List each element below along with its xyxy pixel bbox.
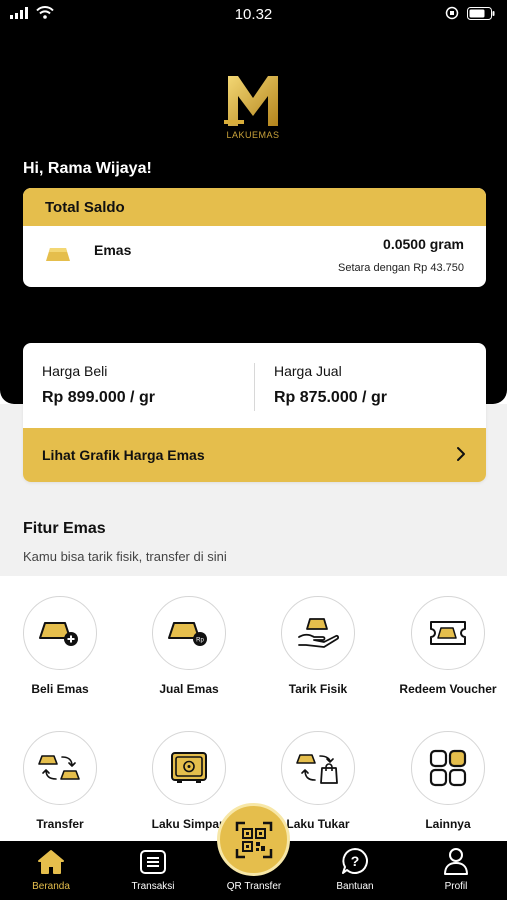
feature-beli-emas[interactable]: Beli Emas xyxy=(5,596,115,696)
grid-icon xyxy=(429,749,467,787)
chevron-right-icon xyxy=(457,447,465,461)
feature-transfer[interactable]: Transfer xyxy=(5,731,115,831)
feature-lainnya[interactable]: Lainnya xyxy=(393,731,503,831)
feature-circle xyxy=(281,731,355,805)
price-divider xyxy=(254,363,255,411)
receipt-icon xyxy=(140,850,166,874)
qr-icon xyxy=(235,821,272,858)
orientation-lock-icon xyxy=(445,6,459,20)
tab-label: Beranda xyxy=(32,881,70,892)
feature-circle xyxy=(23,731,97,805)
tab-icon-wrap: ? xyxy=(310,841,400,875)
tab-icon-wrap xyxy=(6,841,96,875)
app-logo: LAKUEMAS xyxy=(218,72,288,144)
svg-text:?: ? xyxy=(351,853,360,869)
greeting-text: Hi, Rama Wijaya! xyxy=(23,160,152,177)
safe-icon xyxy=(171,752,207,783)
feature-label: Lainnya xyxy=(425,817,471,831)
gold-bar-rp-icon: Rp xyxy=(168,622,207,646)
fitur-title: Fitur Emas xyxy=(23,520,106,537)
tab-icon-wrap xyxy=(108,841,198,875)
saldo-equivalent: Setara dengan Rp 43.750 xyxy=(338,262,464,274)
gold-bar-icon xyxy=(46,248,70,261)
tab-icon-wrap xyxy=(411,841,501,875)
price-card: Harga Beli Rp 899.000 / gr Harga Jual Rp… xyxy=(23,343,486,482)
saldo-asset-label: Emas xyxy=(94,242,132,258)
transfer-gold-icon xyxy=(38,755,80,780)
feature-label: Redeem Voucher xyxy=(399,682,497,696)
feature-circle: Rp xyxy=(152,596,226,670)
tab-label: Profil xyxy=(444,881,468,892)
feature-circle xyxy=(152,731,226,805)
tab-transaksi[interactable]: Transaksi xyxy=(108,841,198,900)
battery-icon xyxy=(467,6,495,20)
sell-price: Harga Jual Rp 875.000 / gr xyxy=(274,363,387,407)
svg-text:Rp: Rp xyxy=(196,638,204,644)
lakuemas-logo-icon xyxy=(224,76,278,126)
status-time: 10.32 xyxy=(234,6,273,23)
feature-label: Transfer xyxy=(36,817,84,831)
saldo-body: Emas 0.0500 gram Setara dengan Rp 43.750 xyxy=(23,226,486,287)
feature-circle xyxy=(281,596,355,670)
tab-label: QR Transfer xyxy=(226,881,282,892)
feature-circle xyxy=(411,596,485,670)
saldo-amount: 0.0500 gram xyxy=(383,236,464,252)
logo-wordmark: LAKUEMAS xyxy=(226,130,280,140)
help-icon: ? xyxy=(342,848,368,874)
feature-label: Tarik Fisik xyxy=(288,682,348,696)
tab-label: Transaksi xyxy=(131,881,175,892)
qr-transfer-button[interactable] xyxy=(217,803,290,876)
feature-redeem-voucher[interactable]: Redeem Voucher xyxy=(393,596,503,696)
saldo-title: Total Saldo xyxy=(23,188,486,226)
buy-price: Harga Beli Rp 899.000 / gr xyxy=(42,363,155,407)
buy-price-value: Rp 899.000 / gr xyxy=(42,389,155,406)
tab-profil[interactable]: Profil xyxy=(411,841,501,900)
total-saldo-card[interactable]: Total Saldo Emas 0.0500 gram Setara deng… xyxy=(23,188,486,287)
buy-price-label: Harga Beli xyxy=(42,363,108,379)
status-right xyxy=(445,6,495,20)
gold-chart-link[interactable]: Lihat Grafik Harga Emas xyxy=(23,428,486,482)
status-bar: 10.32 xyxy=(0,0,507,30)
hand-gold-icon xyxy=(298,618,339,648)
profile-icon xyxy=(444,848,468,875)
feature-circle xyxy=(23,596,97,670)
feature-jual-emas[interactable]: Rp Jual Emas xyxy=(134,596,244,696)
tab-beranda[interactable]: Beranda xyxy=(6,841,96,900)
sell-price-value: Rp 875.000 / gr xyxy=(274,389,387,406)
sell-price-label: Harga Jual xyxy=(274,363,342,379)
voucher-icon xyxy=(430,621,466,645)
feature-label: Jual Emas xyxy=(159,682,219,696)
tab-bantuan[interactable]: ? Bantuan xyxy=(310,841,400,900)
price-row: Harga Beli Rp 899.000 / gr Harga Jual Rp… xyxy=(23,343,486,428)
home-icon xyxy=(38,850,64,874)
gold-bar-plus-icon xyxy=(39,622,78,646)
gold-chart-link-label: Lihat Grafik Harga Emas xyxy=(42,447,205,463)
feature-circle xyxy=(411,731,485,805)
exchange-bag-icon xyxy=(296,754,338,784)
feature-label: Beli Emas xyxy=(31,682,89,696)
tab-label: Bantuan xyxy=(336,881,374,892)
feature-tarik-fisik[interactable]: Tarik Fisik xyxy=(263,596,373,696)
fitur-subtitle: Kamu bisa tarik fisik, transfer di sini xyxy=(23,549,227,564)
